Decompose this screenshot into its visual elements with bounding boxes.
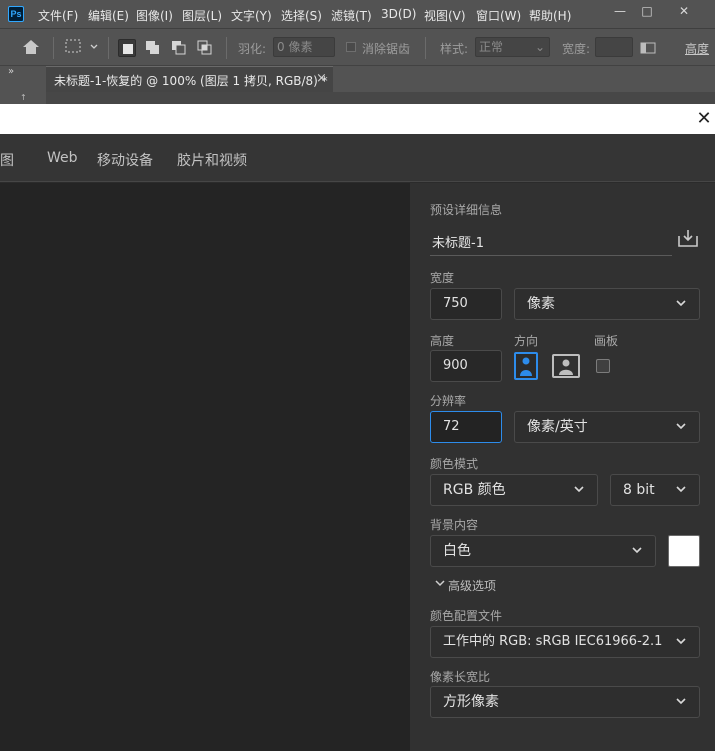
menu-window[interactable]: 窗口(W) <box>476 7 521 24</box>
menu-view[interactable]: 视图(V) <box>424 7 466 24</box>
landscape-orientation-icon[interactable] <box>552 354 580 378</box>
ruler-arrow-icon: ↑ <box>20 93 27 102</box>
add-selection-icon[interactable] <box>144 39 162 57</box>
height-field[interactable]: 900 <box>430 350 502 382</box>
portrait-orientation-icon[interactable] <box>514 352 538 380</box>
subtract-selection-icon[interactable] <box>170 39 188 57</box>
style-select[interactable]: 正常 ⌄ <box>475 37 550 57</box>
width-field[interactable]: 750 <box>430 288 502 320</box>
chevron-down-icon <box>675 475 687 516</box>
color-profile-label: 颜色配置文件 <box>430 609 503 623</box>
chevron-down-icon <box>631 536 643 577</box>
dialog-close-icon[interactable]: ✕ <box>693 104 715 134</box>
orientation-label: 方向 <box>514 334 539 348</box>
chevron-down-icon[interactable] <box>434 576 446 590</box>
style-value: 正常 <box>479 40 504 54</box>
tab-illustration[interactable]: 插图 <box>0 150 14 170</box>
background-select[interactable]: 白色 <box>430 535 656 567</box>
feather-label: 羽化: <box>238 42 267 56</box>
color-profile-value: 工作中的 RGB: sRGB IEC61966-2.1 <box>443 634 663 649</box>
marquee-tool-icon[interactable] <box>64 38 100 56</box>
preset-list-area <box>0 183 410 751</box>
menu-bar: Ps 文件(F) 编辑(E) 图像(I) 图层(L) 文字(Y) 选择(S) 滤… <box>0 0 715 28</box>
canvas-strip <box>0 92 715 104</box>
resolution-label: 分辨率 <box>430 394 467 408</box>
width-input[interactable] <box>595 37 633 57</box>
document-bar: » 未标题-1-恢复的 @ 100% (图层 1 拷贝, RGB/8) * × <box>0 66 715 92</box>
artboard-label: 画板 <box>594 334 619 348</box>
style-label: 样式: <box>440 42 469 56</box>
restore-button[interactable]: □ <box>636 4 658 18</box>
intersect-selection-icon[interactable] <box>196 39 214 57</box>
antialias-checkbox[interactable] <box>346 42 356 52</box>
document-name-input[interactable]: 未标题-1 <box>432 232 484 251</box>
tab-web[interactable]: Web <box>47 150 78 166</box>
app-close-button[interactable]: ✕ <box>673 4 695 18</box>
menu-image[interactable]: 图像(I) <box>136 7 173 24</box>
menu-edit[interactable]: 编辑(E) <box>88 7 129 24</box>
document-tab-title: 未标题-1-恢复的 @ 100% (图层 1 拷贝, RGB/8) * <box>54 74 328 88</box>
dialog-titlebar <box>0 104 715 134</box>
resolution-unit-select[interactable]: 像素/英寸 <box>514 411 700 443</box>
chevron-down-icon <box>675 627 687 668</box>
name-underline <box>430 255 672 256</box>
menu-file[interactable]: 文件(F) <box>38 7 78 24</box>
menu-type[interactable]: 文字(Y) <box>231 7 272 24</box>
color-mode-value: RGB 颜色 <box>443 482 506 498</box>
background-value: 白色 <box>443 543 471 559</box>
options-bar: 羽化: 0 像素 消除锯齿 样式: 正常 ⌄ 宽度: 高度 <box>0 28 715 66</box>
tab-film-video[interactable]: 胶片和视频 <box>177 150 247 170</box>
chevron-down-icon <box>573 475 585 516</box>
home-icon[interactable] <box>21 38 41 56</box>
height-label: 高度 <box>685 42 710 56</box>
preset-tabs: 插图 Web 移动设备 胶片和视频 <box>0 134 715 182</box>
width-unit-select[interactable]: 像素 <box>514 288 700 320</box>
background-color-swatch[interactable] <box>668 535 700 567</box>
chevron-down-icon <box>675 289 687 330</box>
pixel-aspect-label: 像素长宽比 <box>430 670 491 684</box>
color-profile-select[interactable]: 工作中的 RGB: sRGB IEC61966-2.1 <box>430 626 700 658</box>
color-mode-label: 颜色模式 <box>430 457 479 471</box>
tab-mobile[interactable]: 移动设备 <box>97 150 153 170</box>
antialias-label: 消除锯齿 <box>362 42 411 56</box>
background-label: 背景内容 <box>430 518 479 532</box>
document-tab-close-icon[interactable]: × <box>316 71 327 86</box>
resolution-unit-value: 像素/英寸 <box>527 419 588 435</box>
feather-input[interactable]: 0 像素 <box>273 37 335 57</box>
minimize-button[interactable]: — <box>609 4 631 18</box>
width-unit-value: 像素 <box>527 296 555 312</box>
photoshop-logo: Ps <box>8 6 24 22</box>
save-preset-icon[interactable] <box>677 228 699 248</box>
menu-filter[interactable]: 滤镜(T) <box>331 7 372 24</box>
pixel-aspect-select[interactable]: 方形像素 <box>430 686 700 718</box>
menu-help[interactable]: 帮助(H) <box>529 7 571 24</box>
new-selection-icon[interactable] <box>118 39 136 57</box>
chevron-down-icon <box>675 412 687 453</box>
bit-depth-value: 8 bit <box>623 482 655 498</box>
width-label: 宽度: <box>562 42 591 56</box>
bit-depth-select[interactable]: 8 bit <box>610 474 700 506</box>
height-label: 高度 <box>430 334 455 348</box>
menu-layer[interactable]: 图层(L) <box>182 7 222 24</box>
color-mode-select[interactable]: RGB 颜色 <box>430 474 598 506</box>
width-label: 宽度 <box>430 271 455 285</box>
document-tab[interactable]: 未标题-1-恢复的 @ 100% (图层 1 拷贝, RGB/8) * × <box>46 66 333 92</box>
artboard-checkbox[interactable] <box>596 359 610 373</box>
menu-3d[interactable]: 3D(D) <box>381 7 416 21</box>
collapse-panels-icon[interactable]: » <box>8 66 38 80</box>
resolution-field[interactable]: 72 <box>430 411 502 443</box>
menu-select[interactable]: 选择(S) <box>281 7 322 24</box>
chevron-down-icon: ⌄ <box>534 40 545 54</box>
chevron-down-icon <box>675 687 687 728</box>
preset-details-heading: 预设详细信息 <box>430 203 503 217</box>
advanced-options-toggle[interactable]: 高级选项 <box>448 577 496 594</box>
ruler-corner: ↑ <box>0 92 46 104</box>
swap-icon[interactable] <box>640 41 656 55</box>
pixel-aspect-value: 方形像素 <box>443 694 499 710</box>
